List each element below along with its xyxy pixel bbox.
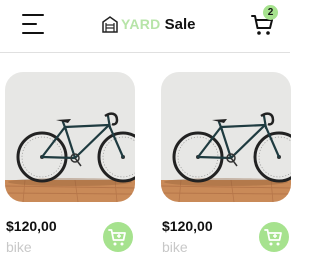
- product-card[interactable]: $120,00 bike: [161, 72, 291, 255]
- hamburger-menu-icon[interactable]: [22, 14, 46, 34]
- add-to-cart-icon: [264, 229, 282, 246]
- product-price: $120,00: [6, 218, 57, 234]
- product-price: $120,00: [162, 218, 213, 234]
- product-name: bike: [6, 239, 32, 255]
- brand-logo[interactable]: YARD Sale: [102, 13, 195, 35]
- shopping-cart-button[interactable]: 2: [251, 5, 279, 37]
- product-image[interactable]: [161, 72, 291, 202]
- garage-icon: [102, 15, 118, 33]
- product-image[interactable]: [5, 72, 135, 202]
- cart-count-badge: 2: [263, 5, 278, 20]
- add-to-cart-icon: [108, 229, 126, 246]
- top-navbar: YARD Sale 2: [0, 0, 290, 53]
- logo-text-yard: YARD: [121, 16, 161, 32]
- add-to-cart-button[interactable]: [103, 222, 133, 252]
- product-name: bike: [162, 239, 188, 255]
- product-card[interactable]: $120,00 bike: [5, 72, 135, 255]
- logo-text-sale: Sale: [164, 15, 196, 33]
- add-to-cart-button[interactable]: [259, 222, 289, 252]
